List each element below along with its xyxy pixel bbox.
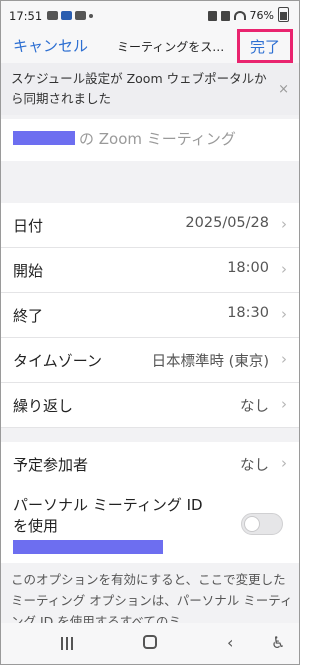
battery-icon <box>278 7 289 22</box>
meeting-topic-field[interactable]: の Zoom ミーティング <box>1 119 299 161</box>
done-label: 完了 <box>249 37 280 56</box>
battery-percent: 76% <box>249 9 274 22</box>
section-gap <box>1 428 299 442</box>
news-icon <box>75 11 86 20</box>
chevron-right-icon: › <box>281 350 287 368</box>
alarm-icon <box>220 10 230 21</box>
close-icon[interactable]: × <box>278 80 289 100</box>
row-value: なし <box>240 399 269 415</box>
chevron-right-icon: › <box>281 215 287 233</box>
row-end[interactable]: 終了 18:30 › <box>1 293 299 338</box>
wifi-icon <box>233 11 246 20</box>
row-value: 日本標準時 (東京) <box>151 354 269 370</box>
row-value: 18:00 <box>227 260 269 276</box>
row-label: 終了 <box>13 307 44 325</box>
done-button[interactable]: 完了 <box>237 29 293 63</box>
row-label: 繰り返し <box>13 397 74 415</box>
sim-icon <box>207 10 217 21</box>
system-nav-bar: ‹ ♿ <box>1 623 299 664</box>
row-date[interactable]: 日付 2025/05/28 › <box>1 203 299 248</box>
row-label: 予定参加者 <box>13 456 89 474</box>
chevron-right-icon: › <box>281 260 287 278</box>
row-value: 2025/05/28 <box>185 215 269 231</box>
accessibility-icon[interactable]: ♿ <box>271 633 285 652</box>
pmi-toggle[interactable] <box>241 513 283 535</box>
row-attendees[interactable]: 予定参加者 なし › <box>1 442 299 486</box>
app-icon <box>61 11 72 20</box>
back-icon[interactable]: ‹ <box>227 633 233 652</box>
page-title: ミーティングをス… <box>117 40 225 54</box>
nav-bar: キャンセル ミーティングをス… 完了 <box>1 27 299 63</box>
sync-banner: スケジュール設定が Zoom ウェブポータルから同期されました × <box>1 63 299 115</box>
chevron-right-icon: › <box>281 305 287 323</box>
recent-apps-icon[interactable] <box>61 637 75 651</box>
pmi-row: パーソナル ミーティング ID を使用 <box>1 485 299 563</box>
redacted-name <box>13 131 75 145</box>
toggle-knob <box>244 516 260 532</box>
row-timezone[interactable]: タイムゾーン 日本標準時 (東京) › <box>1 338 299 383</box>
banner-text: スケジュール設定が Zoom ウェブポータルから同期されました <box>11 71 267 106</box>
chevron-right-icon: › <box>281 395 287 413</box>
chevron-right-icon: › <box>281 454 287 472</box>
row-repeat[interactable]: 繰り返し なし › <box>1 383 299 428</box>
gallery-icon <box>47 11 58 20</box>
pmi-label: パーソナル ミーティング ID を使用 <box>13 496 203 535</box>
status-bar: 17:51 76% <box>1 1 299 27</box>
section-gap <box>1 161 299 203</box>
row-label: タイムゾーン <box>13 352 102 370</box>
topic-suffix: の Zoom ミーティング <box>79 130 236 148</box>
row-value: 18:30 <box>227 305 269 321</box>
cancel-button[interactable]: キャンセル <box>13 35 88 56</box>
row-start[interactable]: 開始 18:00 › <box>1 248 299 293</box>
row-label: 開始 <box>13 262 44 280</box>
row-value: なし <box>240 458 269 474</box>
phone-frame: 17:51 76% キャンセル ミーティングをス… 完了 スケジュール設定が Z… <box>0 0 300 665</box>
dot-icon <box>89 14 93 18</box>
redacted-pmi <box>13 540 163 554</box>
row-label: 日付 <box>13 217 44 235</box>
system-icons: 76% <box>207 7 289 22</box>
status-time: 17:51 <box>9 9 43 23</box>
notification-icons <box>47 11 93 20</box>
home-icon[interactable] <box>143 635 157 649</box>
